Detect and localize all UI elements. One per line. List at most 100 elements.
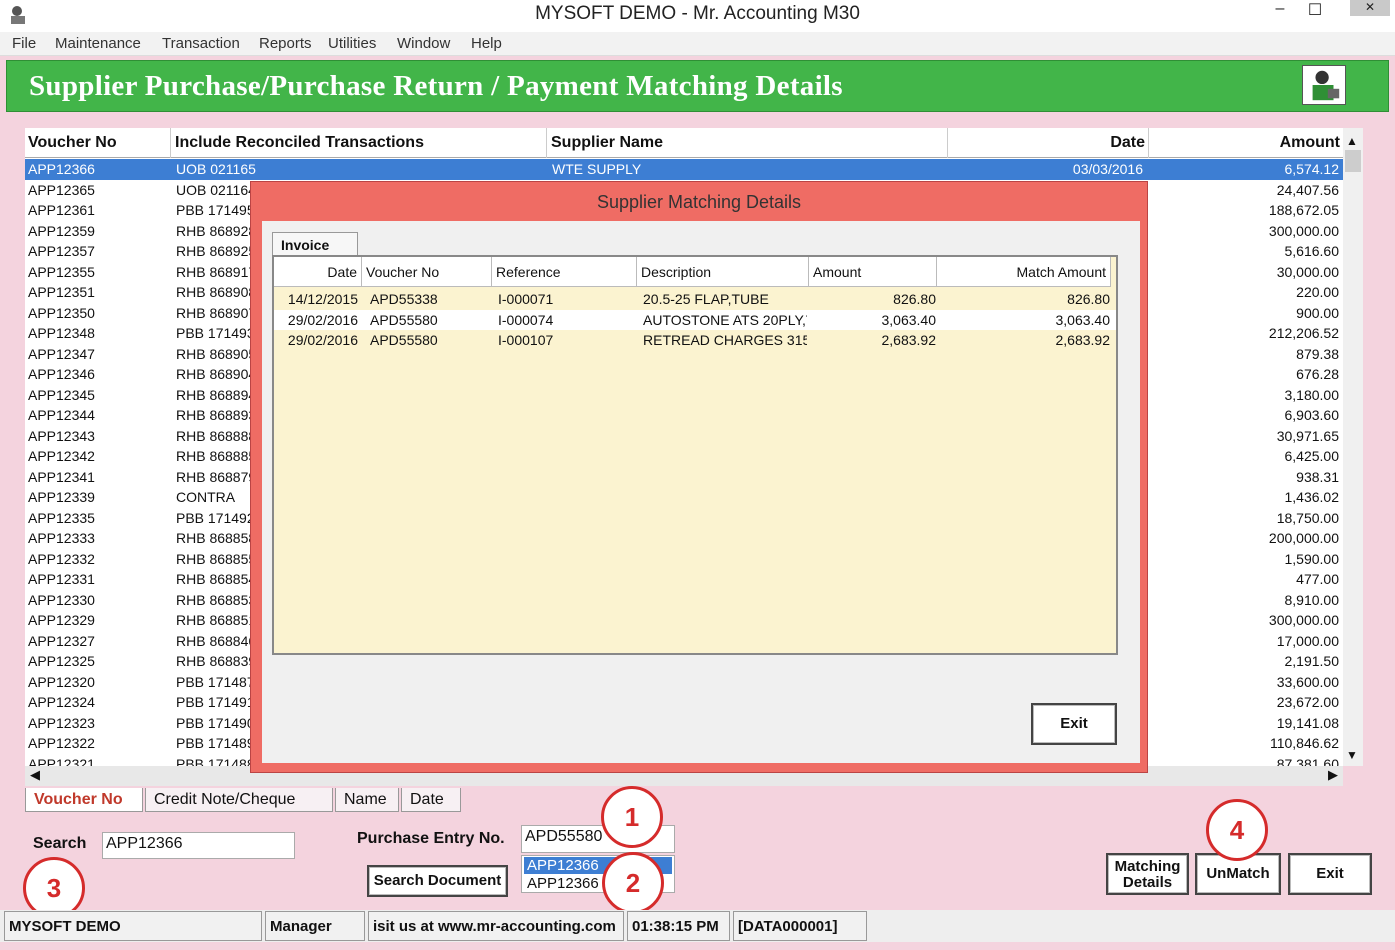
cell-ref: PBB 171493 xyxy=(176,325,255,341)
status-data: [DATA000001] xyxy=(733,911,867,941)
cell-amount: 19,141.08 xyxy=(1276,714,1339,731)
scroll-thumb[interactable] xyxy=(1345,150,1361,172)
dialog-title: Supplier Matching Details xyxy=(596,192,802,212)
scroll-up-icon[interactable]: ▲ xyxy=(1346,134,1358,148)
cell-voucher: APP12350 xyxy=(28,304,95,321)
search-document-button[interactable]: Search Document xyxy=(367,865,508,897)
cell-voucher: APP12325 xyxy=(28,653,95,669)
cell-amount: 879.38 xyxy=(1296,345,1339,362)
cell-voucher: APP12341 xyxy=(28,468,95,485)
col-reconciled[interactable]: Include Reconciled Transactions xyxy=(172,128,547,158)
tab-voucher-no[interactable]: Voucher No xyxy=(25,788,143,812)
cell-voucher: APP12330 xyxy=(28,591,95,608)
cell-amount: 5,616.60 xyxy=(1284,243,1340,259)
menu-utilities[interactable]: Utilities xyxy=(328,35,376,52)
table-row-selected[interactable]: APP12366 UOB 021165 WTE SUPPLY 03/03/201… xyxy=(25,159,1343,180)
cell-ref: RHB 868855 xyxy=(176,550,257,567)
cell-amount: 87,381.60 xyxy=(1276,755,1339,767)
cell-ref: UOB 021164 xyxy=(176,181,256,198)
inv-cell-amount: 2,683.92 xyxy=(881,332,937,348)
cell-ref: RHB 868854 xyxy=(176,571,257,587)
cell-amount: 300,000.00 xyxy=(1268,222,1339,239)
dialog-exit-button[interactable]: Exit xyxy=(1031,703,1117,745)
cell-voucher: APP12322 xyxy=(28,735,95,751)
cell-ref: RHB 868893 xyxy=(176,407,257,423)
tab-credit-note[interactable]: Credit Note/Cheque xyxy=(145,788,333,812)
cell-amount: 24,407.56 xyxy=(1276,181,1339,198)
inv-col-voucher[interactable]: Voucher No xyxy=(362,257,492,287)
col-date[interactable]: Date xyxy=(949,128,1149,158)
invoice-row[interactable]: 29/02/2016 APD55580 I-000107 RETREAD CHARGE… xyxy=(274,330,1116,351)
vertical-scrollbar[interactable]: ▲ ▼ xyxy=(1343,128,1363,766)
col-voucher-no[interactable]: Voucher No xyxy=(25,128,171,158)
col-amount[interactable]: Amount xyxy=(1150,128,1343,158)
status-company: MYSOFT DEMO xyxy=(4,911,262,941)
tab-date[interactable]: Date xyxy=(401,788,461,812)
col-supplier-name[interactable]: Supplier Name xyxy=(548,128,948,158)
exit-button[interactable]: Exit xyxy=(1288,853,1372,895)
cell-voucher: APP12331 xyxy=(28,571,95,587)
inv-cell-amount: 3,063.40 xyxy=(881,311,937,328)
cell-voucher: APP12324 xyxy=(28,694,95,710)
minimize-button[interactable]: – xyxy=(1270,0,1290,18)
inv-cell-description: RETREAD CHARGES 315/8 xyxy=(643,332,807,348)
cell-voucher: APP12355 xyxy=(28,263,95,280)
cell-date: 03/03/2016 xyxy=(1072,161,1143,177)
cell-voucher: APP12366 xyxy=(28,161,95,177)
cell-ref: RHB 868905 xyxy=(176,345,257,362)
invoice-row[interactable]: 14/12/2015 APD55338 I-000071 20.5-25 FLAP,T… xyxy=(274,289,1116,310)
inv-cell-description: 20.5-25 FLAP,TUBE xyxy=(643,291,769,307)
cell-voucher: APP12346 xyxy=(28,366,95,382)
cell-amount: 188,672.05 xyxy=(1268,202,1339,218)
close-button[interactable]: ✕ xyxy=(1350,0,1390,16)
cell-voucher: APP12344 xyxy=(28,407,95,423)
invoice-grid: Date Voucher No Reference Description Am… xyxy=(272,255,1118,655)
maximize-button[interactable]: ☐ xyxy=(1305,0,1325,19)
cell-amount: 220.00 xyxy=(1296,284,1339,300)
menu-window[interactable]: Window xyxy=(397,35,450,52)
scroll-left-icon[interactable]: ◀ xyxy=(30,767,40,783)
scroll-right-icon[interactable]: ▶ xyxy=(1328,767,1338,783)
menu-reports[interactable]: Reports xyxy=(259,35,312,52)
tab-name[interactable]: Name xyxy=(335,788,399,812)
search-input[interactable]: APP12366 xyxy=(102,832,295,859)
matching-details-button[interactable]: Matching Details xyxy=(1106,853,1189,895)
cell-ref: UOB 021165 xyxy=(176,161,256,177)
menu-help[interactable]: Help xyxy=(471,35,502,52)
cell-ref: RHB 868839 xyxy=(176,653,257,669)
inv-cell-description: AUTOSTONE ATS 20PLY,TU xyxy=(643,311,807,328)
inv-cell-reference: I-000071 xyxy=(498,291,554,307)
cell-ref: RHB 868851 xyxy=(176,612,257,628)
menu-file[interactable]: File xyxy=(12,35,36,52)
inv-col-description[interactable]: Description xyxy=(637,257,809,287)
cell-ref: RHB 868908 xyxy=(176,284,257,300)
cell-amount: 33,600.00 xyxy=(1276,673,1339,690)
menu-transaction[interactable]: Transaction xyxy=(162,35,240,52)
cell-voucher: APP12329 xyxy=(28,612,95,628)
search-label: Search xyxy=(33,835,87,852)
callout-1: 1 xyxy=(601,786,663,848)
scroll-down-icon[interactable]: ▼ xyxy=(1346,748,1358,762)
inv-cell-amount: 826.80 xyxy=(893,291,936,307)
invoice-row[interactable]: 29/02/2016 APD55580 I-000074 AUTOSTONE ATS … xyxy=(274,309,1116,330)
cell-voucher: APP12333 xyxy=(28,530,95,546)
title-bar: MYSOFT DEMO - Mr. Accounting M30 – ☐ ✕ xyxy=(0,0,1395,32)
status-time: 01:38:15 PM xyxy=(627,911,730,941)
cell-amount: 300,000.00 xyxy=(1268,612,1339,628)
cell-voucher: APP12339 xyxy=(28,489,95,505)
menu-maintenance[interactable]: Maintenance xyxy=(55,35,141,52)
cell-voucher: APP12351 xyxy=(28,284,95,300)
inv-cell-voucher: APD55580 xyxy=(370,311,438,328)
cell-voucher: APP12342 xyxy=(28,448,95,464)
inv-col-reference[interactable]: Reference xyxy=(492,257,637,287)
inv-col-match-amount[interactable]: Match Amount xyxy=(937,257,1111,287)
cell-ref: PBB 171491 xyxy=(176,694,255,710)
tab-invoice[interactable]: Invoice xyxy=(272,232,358,256)
inv-col-date[interactable]: Date xyxy=(274,257,362,287)
inv-cell-reference: I-000074 xyxy=(498,311,554,328)
window-title: MYSOFT DEMO - Mr. Accounting M30 xyxy=(535,3,860,24)
dialog-body: Invoice Date Voucher No Reference Descri… xyxy=(262,221,1140,763)
inv-col-amount[interactable]: Amount xyxy=(809,257,937,287)
cell-amount: 8,910.00 xyxy=(1284,591,1340,608)
callout-2: 2 xyxy=(602,852,664,914)
